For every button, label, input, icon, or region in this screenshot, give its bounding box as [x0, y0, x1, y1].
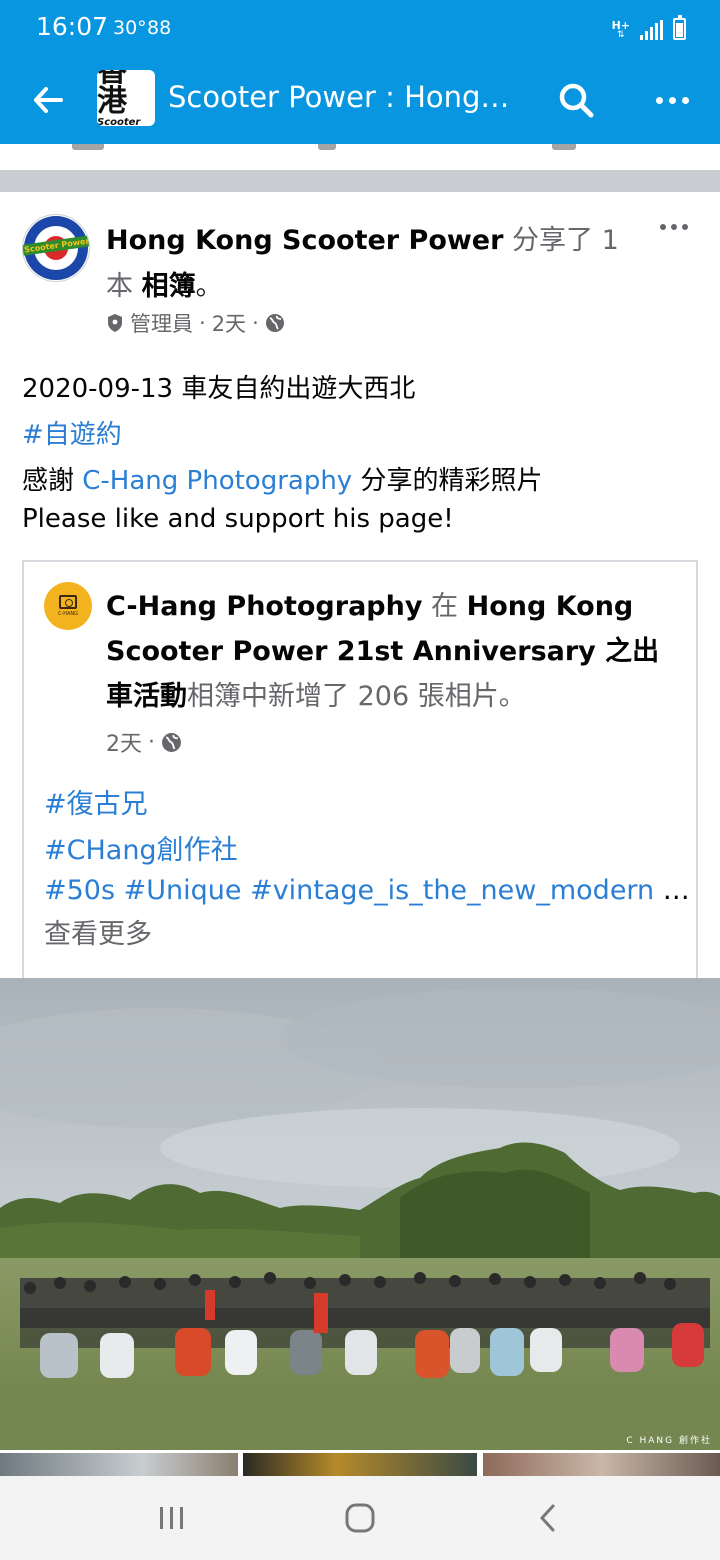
- recent-apps-icon: [160, 1507, 183, 1529]
- recent-apps-button[interactable]: [142, 1494, 202, 1542]
- post-header: Hong Kong Scooter Power 分享了 1 本 相簿。: [106, 218, 651, 310]
- home-button[interactable]: [330, 1494, 390, 1542]
- album-photo[interactable]: C HANG 創作社: [0, 978, 720, 1450]
- shared-post-meta: 2天 ·: [106, 726, 182, 758]
- post-author[interactable]: Hong Kong Scooter Power: [106, 225, 503, 256]
- signal-icon: [640, 20, 663, 40]
- more-icon: [660, 224, 666, 230]
- previous-post-actions: [0, 144, 720, 170]
- search-icon: [559, 83, 594, 118]
- admin-shield-icon: [108, 314, 122, 332]
- globe-icon: [162, 732, 181, 752]
- back-nav-button[interactable]: [518, 1494, 578, 1542]
- back-button[interactable]: [22, 76, 74, 124]
- status-time: 16:07: [36, 12, 109, 41]
- status-notification-count: 88: [147, 17, 172, 39]
- post-role: 管理員: [130, 312, 193, 336]
- shared-post-time[interactable]: 2天: [106, 726, 142, 758]
- shared-action: 相簿中新增了 206 張相片。: [187, 681, 526, 712]
- app-bar: 香港 Scooter Power Scooter Power : Hong…: [0, 56, 720, 144]
- search-button[interactable]: [552, 76, 600, 124]
- post-body: 2020-09-13 車友自約出遊大西北 #自遊約 感謝 C-Hang Phot…: [22, 366, 702, 542]
- group-title[interactable]: Scooter Power : Hong…: [168, 80, 518, 114]
- home-icon: [345, 1503, 375, 1533]
- post-album-link[interactable]: 相簿: [142, 271, 196, 302]
- post-title-line: 2020-09-13 車友自約出遊大西北: [22, 374, 416, 404]
- battery-icon: [673, 15, 686, 40]
- shared-post-body: #復古兄 #CHang創作社 #50s #Unique #vintage_is_…: [44, 782, 690, 958]
- post-time[interactable]: 2天: [212, 308, 246, 338]
- thumbnail-3[interactable]: [483, 1453, 720, 1476]
- hashtag-line-1[interactable]: #復古兄: [44, 782, 684, 828]
- thumbnail-2[interactable]: [243, 1453, 477, 1476]
- group-avatar[interactable]: Scooter Power: [22, 214, 90, 282]
- thumbnail-1[interactable]: [0, 1453, 238, 1476]
- photo-watermark: C HANG 創作社: [626, 1436, 712, 1446]
- status-bar: 16:07 30° 88 H+ ⇅: [0, 0, 720, 56]
- post-support-line: Please like and support his page!: [22, 504, 454, 534]
- hashtag-line-3: #50s #Unique #vintage_is_the_new_modern …: [44, 875, 690, 906]
- camera-icon: [59, 595, 77, 609]
- post-action-end: 。: [195, 271, 223, 302]
- more-icon: [655, 96, 663, 104]
- shared-author[interactable]: C-Hang Photography: [106, 591, 422, 622]
- album-thumbnails: [0, 1453, 720, 1476]
- shared-post-header: C-Hang Photography 在 Hong Kong Scooter P…: [106, 591, 660, 712]
- mod-roundel-logo: Scooter Power: [23, 216, 89, 280]
- globe-icon: [265, 314, 284, 332]
- post-separator: [0, 170, 720, 192]
- system-nav-bar: [0, 1476, 720, 1560]
- group-photo-image: [0, 978, 720, 1450]
- more-button[interactable]: [648, 80, 696, 120]
- post-meta: 管理員 · 2天 ·: [106, 308, 285, 338]
- post-more-button[interactable]: [652, 212, 696, 242]
- photographer-avatar[interactable]: C-HANG: [44, 582, 92, 630]
- see-more-link[interactable]: 查看更多: [44, 912, 684, 958]
- shared-post-card[interactable]: C-HANG C-Hang Photography 在 Hong Kong Sc…: [22, 560, 698, 1000]
- group-logo[interactable]: 香港 Scooter Power: [97, 70, 155, 126]
- status-icons: H+ ⇅: [612, 14, 686, 40]
- status-temperature: 30°: [113, 17, 147, 39]
- chevron-left-icon: [540, 1504, 555, 1532]
- network-type-icon: H+ ⇅: [611, 19, 630, 40]
- back-arrow-icon: [34, 87, 63, 113]
- photographer-link[interactable]: C-Hang Photography: [82, 466, 352, 496]
- post-hashtag[interactable]: #自遊約: [22, 412, 702, 458]
